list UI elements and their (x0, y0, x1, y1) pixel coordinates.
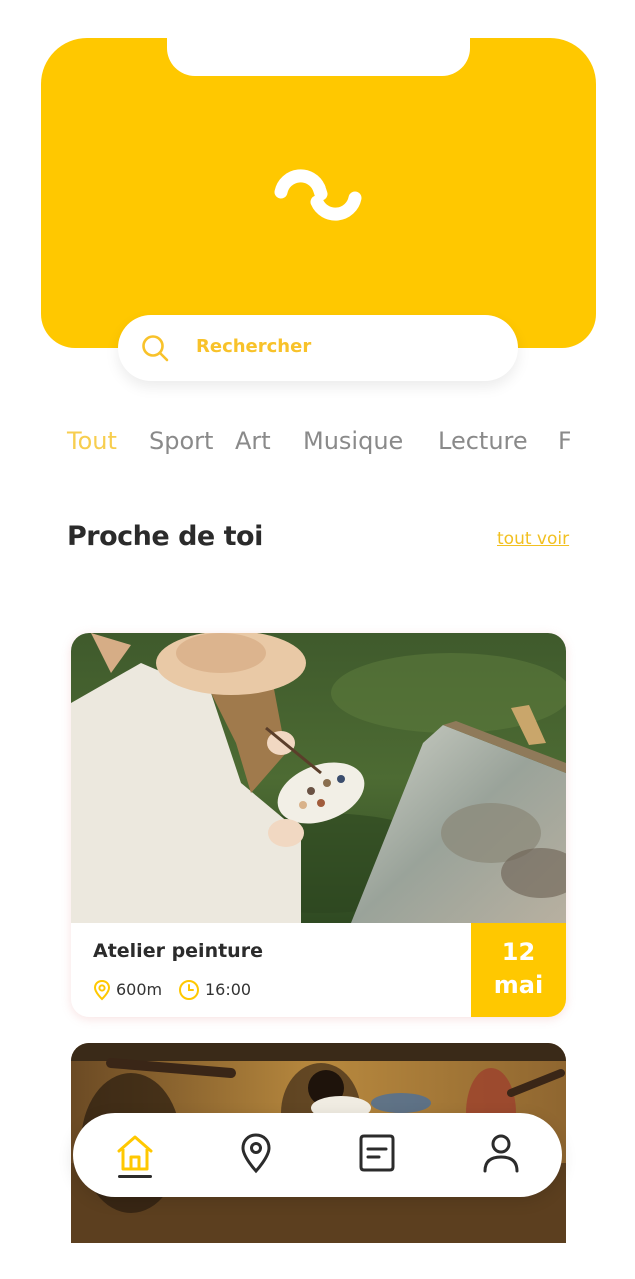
clock-icon (179, 980, 199, 1000)
tab-musique[interactable]: Musique (303, 427, 403, 455)
tab-sport[interactable]: Sport (149, 427, 213, 455)
user-icon[interactable] (479, 1131, 523, 1175)
map-pin-icon[interactable] (234, 1131, 278, 1175)
event-time: 16:00 (205, 980, 252, 999)
event-date-day: 12 (501, 938, 536, 966)
header-banner (41, 36, 596, 348)
event-image (71, 633, 566, 923)
event-distance: 600m (116, 980, 163, 999)
phone-notch (167, 36, 470, 76)
event-card[interactable]: Atelier peinture 600m 16:00 12 mai (71, 633, 566, 1017)
tab-next-partial[interactable]: F (558, 427, 570, 455)
category-tabs: Tout Sport Art Musique Lecture F (0, 425, 570, 465)
tab-lecture[interactable]: Lecture (438, 427, 528, 455)
search-placeholder[interactable]: Rechercher (196, 336, 311, 357)
tab-art[interactable]: Art (235, 427, 271, 455)
app-screen: Rechercher Tout Sport Art Musique Lectur… (0, 0, 635, 1279)
search-icon (142, 335, 169, 362)
search-bar[interactable]: Rechercher (118, 315, 518, 381)
section-title: Proche de toi (67, 521, 263, 552)
tab-tout[interactable]: Tout (67, 427, 117, 455)
home-icon[interactable] (113, 1131, 157, 1175)
event-date-badge: 12 mai (471, 923, 566, 1017)
map-pin-icon (93, 979, 111, 1001)
see-all-link[interactable]: tout voir (497, 529, 569, 549)
event-date-month: mai (493, 971, 544, 999)
app-logo-icon (274, 169, 362, 221)
event-title: Atelier peinture (93, 940, 263, 962)
message-icon[interactable] (355, 1131, 399, 1175)
bottom-nav (73, 1113, 562, 1197)
active-tab-indicator (118, 1175, 152, 1178)
